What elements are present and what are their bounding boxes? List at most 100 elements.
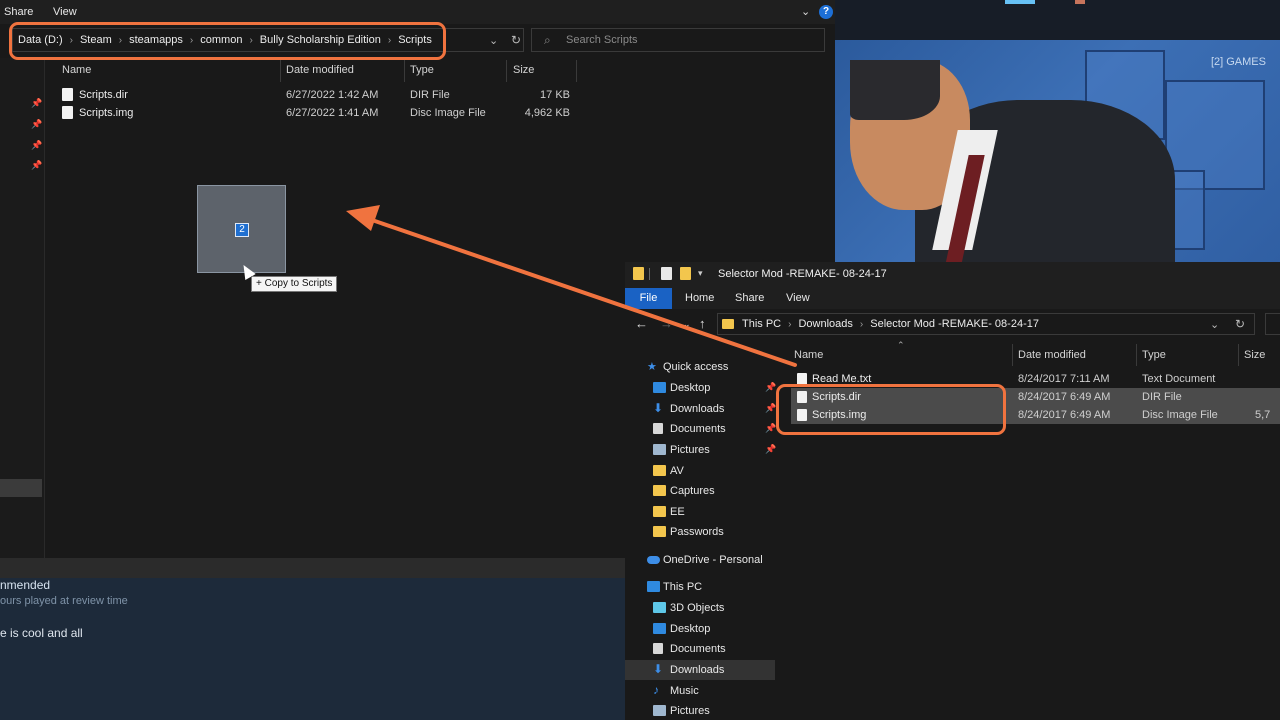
nav-pc-downloads[interactable]: ⬇ Downloads [625,660,775,680]
breadcrumb-this-pc[interactable]: This PC [742,318,781,330]
refresh-icon[interactable]: ↻ [1235,317,1245,331]
column-header-name[interactable]: Name [794,349,823,361]
column-header-date[interactable]: Date modified [286,64,354,76]
download-icon: ⬇ [653,401,664,415]
nav-captures[interactable]: Captures [625,481,775,501]
ribbon-tab-view[interactable]: View [53,6,77,18]
nav-label: 3D Objects [670,602,725,614]
help-icon[interactable]: ? [819,5,833,19]
pictures-icon [653,444,666,455]
pin-icon: 📌 [31,98,43,108]
ribbon-tab-share[interactable]: Share [4,6,33,18]
ribbon: Share View ⌄ ? [0,0,835,24]
document-icon [653,423,663,434]
nav-3d-objects[interactable]: 3D Objects [625,598,775,618]
nav-pc-documents[interactable]: Documents [625,639,775,659]
nav-onedrive[interactable]: OneDrive - Personal [625,550,775,570]
nav-label: Documents [670,643,726,655]
file-type: Disc Image File [1142,409,1218,421]
column-divider[interactable] [1238,344,1239,366]
nav-pc-pictures[interactable]: Pictures [625,701,775,720]
chevron-right-icon: › [788,318,792,330]
nav-documents[interactable]: Documents 📌 [625,419,776,439]
nav-ee[interactable]: EE [625,502,775,522]
column-header-size[interactable]: Size [1244,349,1265,361]
nav-downloads[interactable]: ⬇ Downloads 📌 [625,399,776,419]
game-artwork[interactable]: [2] GAMES [835,40,1280,262]
chevron-down-icon[interactable]: ⌄ [801,5,810,18]
column-divider[interactable] [280,60,281,82]
breadcrumb-selector-mod[interactable]: Selector Mod -REMAKE- 08-24-17 [870,318,1039,330]
nav-label: AV [670,465,684,477]
nav-label: Quick access [663,361,729,373]
file-name: Scripts.dir [79,89,128,101]
ribbon-tab-file[interactable]: File [625,288,672,309]
file-date: 6/27/2022 1:41 AM [286,107,379,119]
nav-label: Documents [670,423,726,435]
column-divider[interactable] [576,60,577,82]
address-bar[interactable]: This PC › Downloads › Selector Mod -REMA… [717,313,1255,335]
new-folder-icon[interactable] [680,267,691,280]
desktop-icon [653,623,666,634]
column-divider[interactable] [1012,344,1013,366]
file-date: 6/27/2022 1:42 AM [286,89,379,101]
download-icon: ⬇ [653,662,664,676]
column-divider[interactable] [506,60,507,82]
nav-quick-access[interactable]: ★ Quick access [625,357,775,377]
file-row[interactable]: Scripts.dir 6/27/2022 1:42 AM DIR File 1… [62,86,582,104]
nav-item-selected[interactable] [0,479,42,497]
forward-icon[interactable]: → [660,316,673,331]
divider [649,268,650,280]
file-row[interactable]: Scripts.img 6/27/2022 1:41 AM Disc Image… [62,104,582,122]
column-header-type[interactable]: Type [410,64,434,76]
review-hours: ours played at review time [0,595,128,607]
nav-passwords[interactable]: Passwords [625,522,775,542]
horizontal-scrollbar[interactable] [0,558,625,578]
folder-icon [653,465,666,476]
column-divider[interactable] [1136,344,1137,366]
navigation-pane: ★ Quick access Desktop 📌 ⬇ Downloads 📌 D… [625,339,777,720]
properties-icon[interactable] [661,267,672,280]
column-divider[interactable] [404,60,405,82]
pin-icon: 📌 [31,140,43,150]
column-header-type[interactable]: Type [1142,349,1166,361]
steam-top-bar [835,0,1280,40]
explorer-window-selector-mod: ▾ Selector Mod -REMAKE- 08-24-17 File Ho… [625,262,1280,720]
chevron-down-icon[interactable]: ▾ [698,268,703,279]
column-header-name[interactable]: Name [62,64,91,76]
document-icon [653,643,663,654]
nav-desktop[interactable]: Desktop 📌 [625,378,776,398]
breadcrumb-downloads[interactable]: Downloads [798,318,852,330]
review-section: nmended ours played at review time e is … [0,578,630,720]
back-icon[interactable]: ← [635,316,648,331]
column-header-date[interactable]: Date modified [1018,349,1086,361]
nav-label: OneDrive - Personal [663,554,763,566]
review-title: nmended [0,578,51,592]
search-box[interactable] [1265,313,1280,335]
nav-music[interactable]: ♪ Music [625,681,775,701]
ribbon-tab-view[interactable]: View [786,292,810,304]
drag-preview: 2 [197,185,286,273]
file-name: Scripts.img [79,107,134,119]
nav-label: Downloads [670,403,725,415]
up-icon[interactable]: ↑ [699,316,706,331]
highlight-selected-files [776,384,1006,435]
search-box[interactable]: ⌕ Search Scripts [531,28,825,52]
chevron-down-icon[interactable]: ⌄ [1210,318,1219,331]
recent-locations-icon[interactable]: ⌄ [683,319,691,330]
refresh-icon[interactable]: ↻ [511,33,521,47]
chevron-down-icon[interactable]: ⌄ [489,34,498,47]
file-type: DIR File [410,89,450,101]
nav-av[interactable]: AV [625,461,775,481]
title-bar: ▾ Selector Mod -REMAKE- 08-24-17 [625,262,1280,288]
column-header-size[interactable]: Size [513,64,534,76]
star-icon: ★ [647,361,657,373]
ribbon-tab-home[interactable]: Home [685,292,714,304]
nav-this-pc[interactable]: This PC [625,577,775,597]
ribbon-tab-share[interactable]: Share [735,292,764,304]
nav-pictures[interactable]: Pictures 📌 [625,440,777,460]
nav-label: Passwords [670,526,724,538]
pin-icon: 📌 [765,444,777,454]
nav-pc-desktop[interactable]: Desktop [625,619,775,639]
games-count-label: [2] GAMES [1210,56,1266,68]
